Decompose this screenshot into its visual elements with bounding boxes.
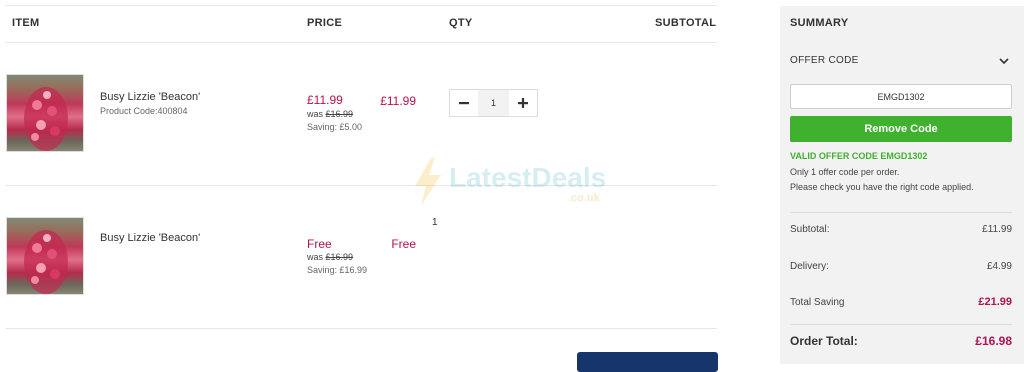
offer-code-input[interactable] xyxy=(790,84,1012,109)
product-image[interactable] xyxy=(6,217,84,295)
delivery-label: Delivery: xyxy=(790,261,829,272)
remove-code-button[interactable]: Remove Code xyxy=(790,116,1012,142)
item-saving: Saving: £16.99 xyxy=(307,265,368,275)
offer-code-toggle[interactable]: OFFER CODE xyxy=(790,55,1010,69)
item-saving: Saving: £5.00 xyxy=(307,122,363,132)
summary-title: SUMMARY xyxy=(790,17,849,29)
summary-divider xyxy=(790,212,1012,213)
was-price: was £16.99 xyxy=(307,252,354,262)
table-header-divider xyxy=(6,42,717,43)
item-subtotal: £11.99 xyxy=(380,94,416,108)
watermark-logo: LatestDeals .co.uk xyxy=(413,158,623,208)
item-subtotal: Free xyxy=(391,237,416,251)
header-subtotal: SUBTOTAL xyxy=(655,17,717,29)
chevron-down-icon xyxy=(999,58,1009,65)
delivery-value: £4.99 xyxy=(986,261,1012,272)
item-price: Free xyxy=(307,237,332,251)
was-price: was £16.99 xyxy=(307,109,354,119)
checkout-button[interactable] xyxy=(577,352,718,372)
lightning-bolt-icon xyxy=(415,158,441,206)
subtotal-label: Subtotal: xyxy=(790,224,830,235)
total-saving-value: £21.99 xyxy=(978,296,1012,308)
summary-divider xyxy=(790,324,1012,325)
product-code: Product Code:400804 xyxy=(100,106,188,116)
product-name[interactable]: Busy Lizzie 'Beacon' xyxy=(100,232,200,244)
quantity-value[interactable]: 1 xyxy=(478,90,509,116)
quantity-stepper: 1 xyxy=(449,89,538,117)
valid-code-message: VALID OFFER CODE EMGD1302 xyxy=(790,151,928,161)
header-item: ITEM xyxy=(12,17,40,29)
row-divider xyxy=(6,328,717,329)
table-top-divider xyxy=(6,5,717,6)
order-total-value: £16.98 xyxy=(975,334,1012,348)
subtotal-value: £11.99 xyxy=(982,224,1012,235)
product-name[interactable]: Busy Lizzie 'Beacon' xyxy=(100,91,200,103)
item-price: £11.99 xyxy=(307,93,343,107)
total-saving-label: Total Saving xyxy=(790,297,845,308)
quantity-value: 1 xyxy=(432,217,438,228)
code-note: Please check you have the right code app… xyxy=(790,182,974,192)
plus-icon[interactable] xyxy=(509,90,537,116)
header-qty: QTY xyxy=(449,17,473,29)
order-summary-panel: SUMMARY OFFER CODE Remove Code VALID OFF… xyxy=(780,6,1024,364)
code-note: Only 1 offer code per order. xyxy=(790,167,900,177)
minus-icon[interactable] xyxy=(450,90,478,116)
offer-code-label: OFFER CODE xyxy=(790,55,859,66)
cart-table: ITEM PRICE QTY SUBTOTAL Busy Lizzie 'Bea… xyxy=(0,0,725,372)
header-price: PRICE xyxy=(307,17,343,29)
order-total-label: Order Total: xyxy=(790,334,858,348)
product-image[interactable] xyxy=(6,74,84,152)
